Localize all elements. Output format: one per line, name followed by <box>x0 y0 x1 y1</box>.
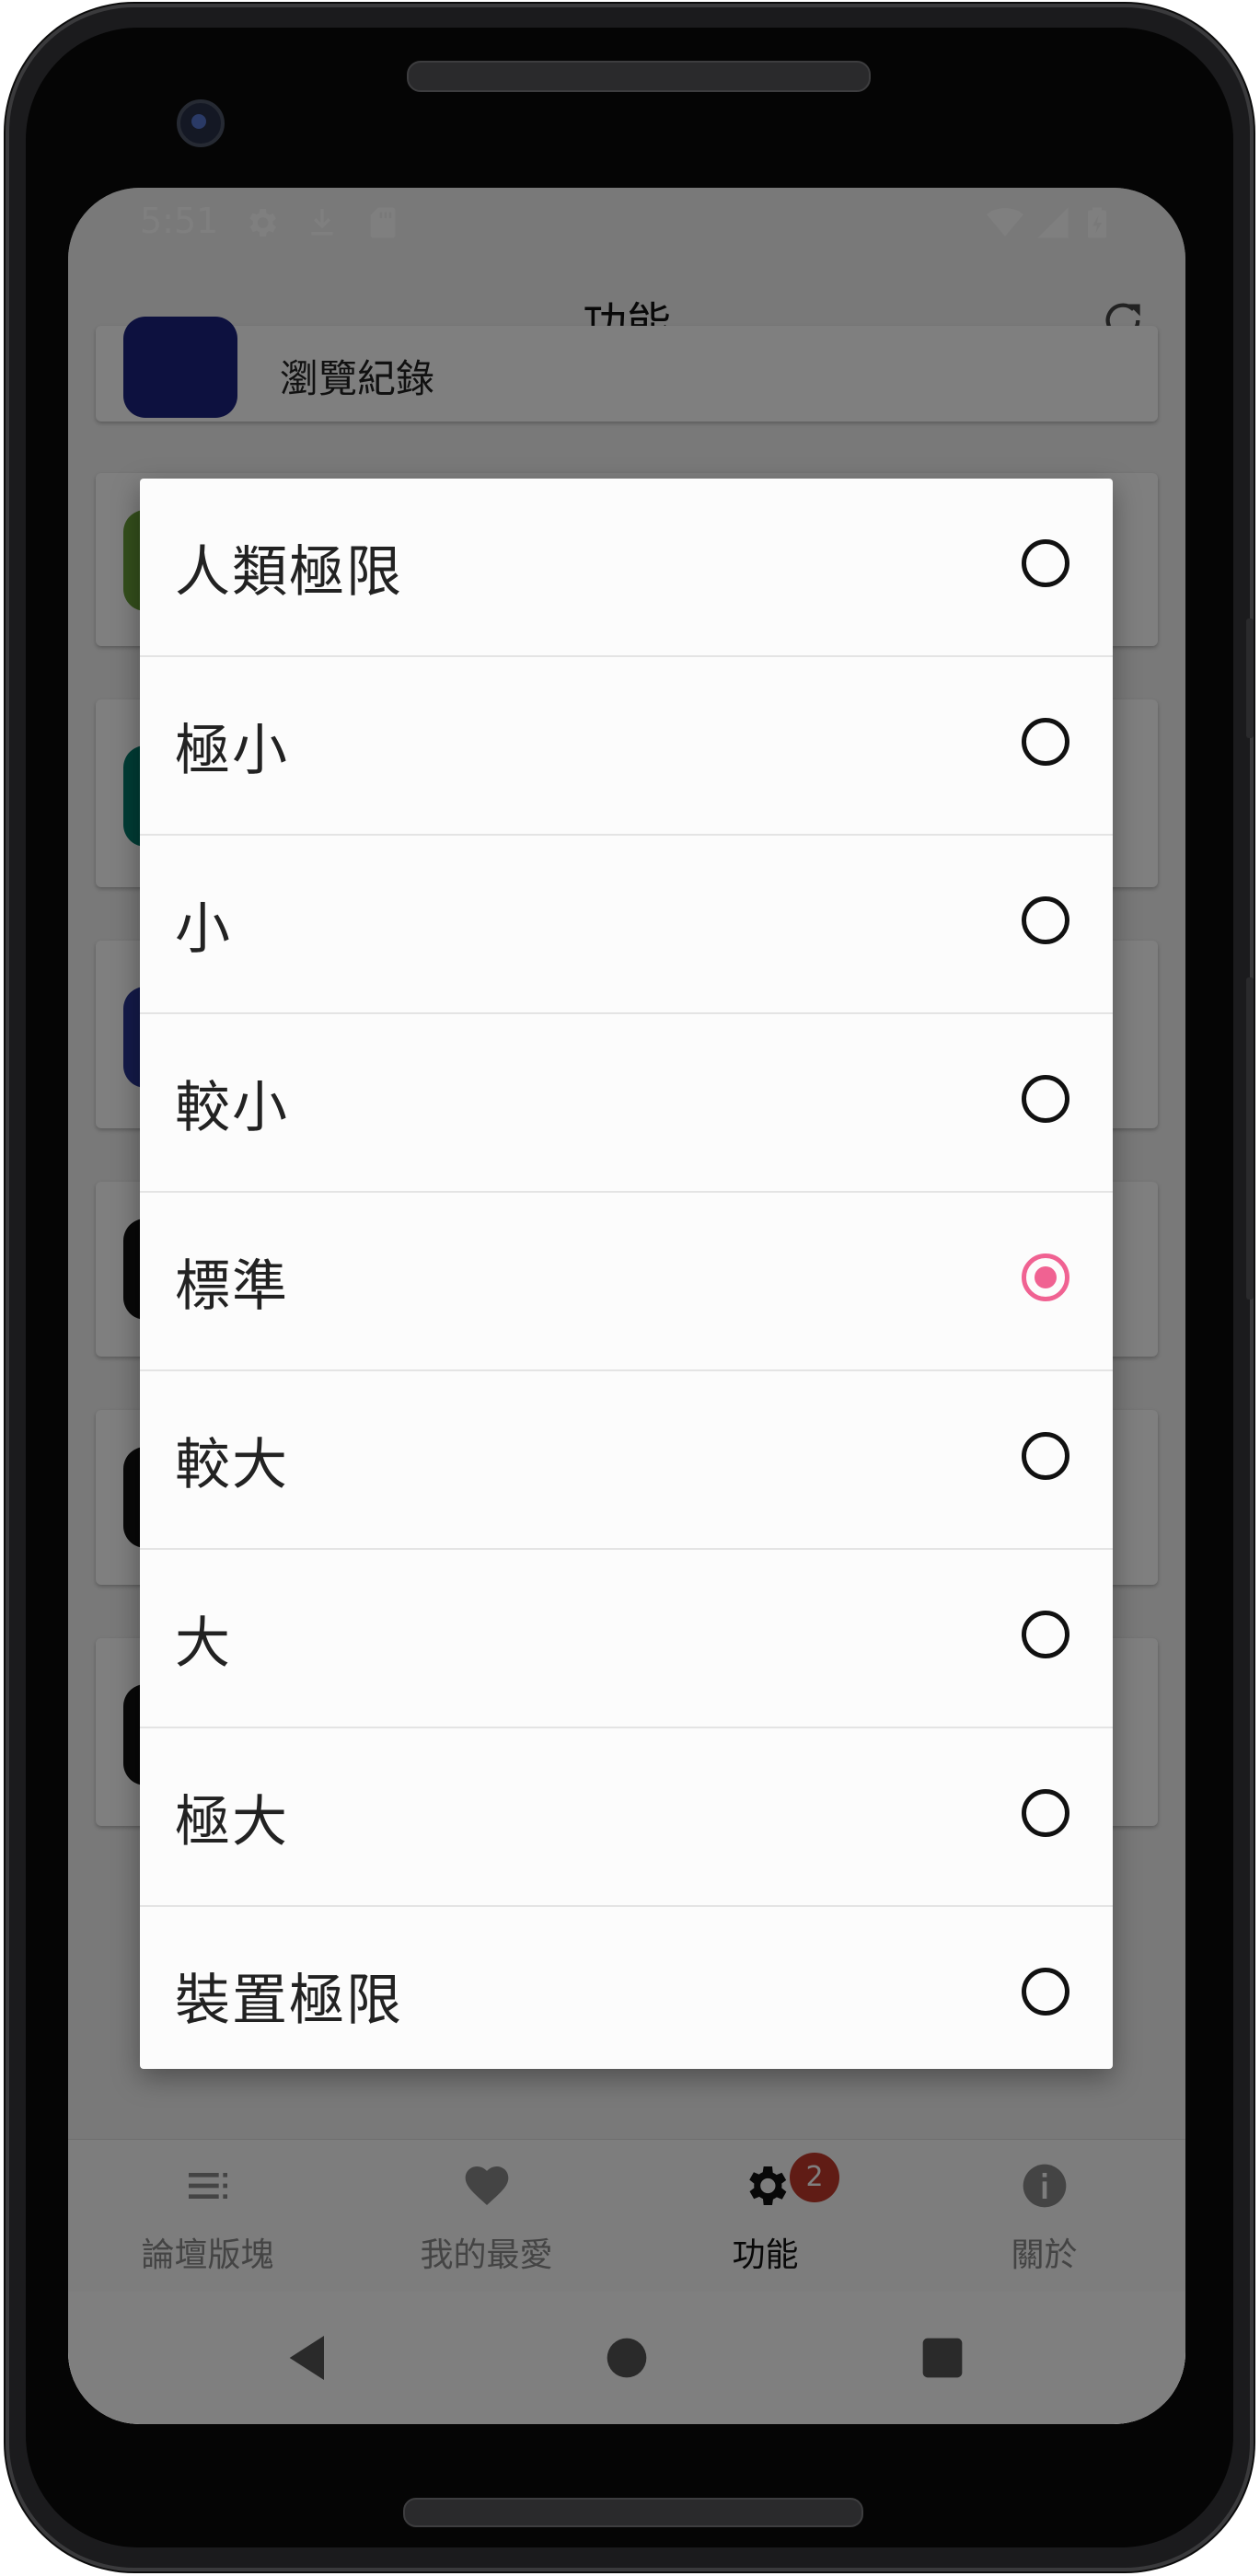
option-label: 小 <box>175 896 232 962</box>
option-smaller[interactable]: 較小 <box>140 1014 1113 1193</box>
bottom-speaker <box>403 2498 863 2527</box>
volume-button <box>1246 977 1254 1300</box>
power-button <box>1246 618 1254 738</box>
radio-button[interactable] <box>1022 1789 1069 1837</box>
option-label: 標準 <box>175 1253 289 1319</box>
option-huge[interactable]: 極大 <box>140 1728 1113 1907</box>
option-tiny[interactable]: 極小 <box>140 657 1113 836</box>
earpiece-speaker <box>407 61 871 92</box>
option-label: 人類極限 <box>175 539 403 605</box>
radio-button[interactable] <box>1022 1611 1069 1658</box>
option-label: 極大 <box>175 1789 289 1854</box>
option-label: 裝置極限 <box>175 1968 403 2033</box>
radio-button-selected[interactable] <box>1022 1253 1069 1301</box>
screen: 5:51 功能 瀏覽紀錄 <box>68 188 1185 2424</box>
radio-button[interactable] <box>1022 718 1069 766</box>
front-camera <box>177 99 225 147</box>
font-size-dialog: 人類極限 極小 小 較小 標準 較大 大 極大 裝置極限 <box>140 479 1113 2069</box>
option-label: 較小 <box>175 1075 289 1140</box>
radio-button[interactable] <box>1022 896 1069 944</box>
radio-button[interactable] <box>1022 1432 1069 1480</box>
option-label: 極小 <box>175 718 289 783</box>
option-human-limit[interactable]: 人類極限 <box>140 479 1113 657</box>
option-larger[interactable]: 較大 <box>140 1371 1113 1550</box>
option-large[interactable]: 大 <box>140 1550 1113 1728</box>
option-standard[interactable]: 標準 <box>140 1193 1113 1371</box>
option-small[interactable]: 小 <box>140 836 1113 1014</box>
option-label: 較大 <box>175 1432 289 1497</box>
radio-button[interactable] <box>1022 1075 1069 1123</box>
option-device-limit[interactable]: 裝置極限 <box>140 1907 1113 2069</box>
radio-button[interactable] <box>1022 1968 1069 2016</box>
radio-button[interactable] <box>1022 539 1069 587</box>
option-label: 大 <box>175 1611 232 1676</box>
